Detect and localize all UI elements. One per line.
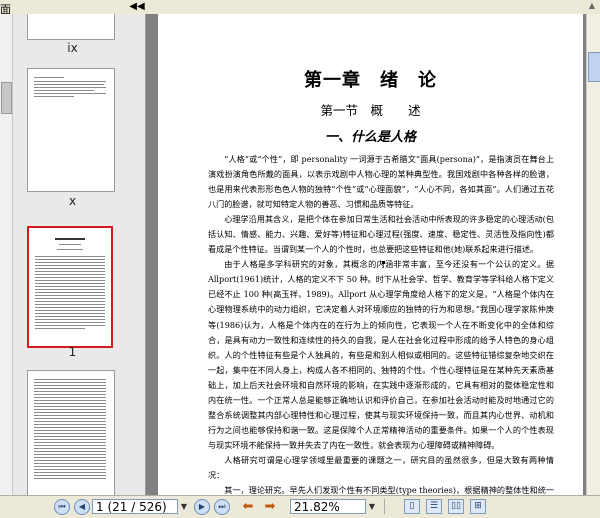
- toolbar-separator: [384, 499, 385, 514]
- text-cursor-marker: [382, 261, 385, 264]
- thumbnail-scrollbar-thumb[interactable]: [1, 82, 12, 114]
- navigation-toolbar: ⏮ ◀ 1 (21 / 526) ▼ ▶ ⏭ ⬅ ➡ 21.82% ▼ ▯ ☰ …: [0, 495, 600, 518]
- thumbnail-page-2[interactable]: [27, 370, 115, 495]
- page-dropdown-icon[interactable]: ▼: [178, 499, 190, 514]
- paragraph: “人格”或“个性”，即 personality 一词源于古希腊文“面具(pers…: [208, 154, 554, 210]
- last-page-button[interactable]: ⏭: [214, 499, 230, 515]
- paragraph: 由于人格是多学科研究的对象，其概念的内涵非常丰富，至今还没有一个公认的定义。据 …: [208, 259, 554, 450]
- chapter-title: 第一章 绪 论: [304, 70, 437, 91]
- body-text: “人格”或“个性”，即 personality 一词源于古希腊文“面具(pers…: [208, 152, 554, 495]
- thumbnail-page-1-selected[interactable]: [27, 226, 113, 348]
- first-page-button[interactable]: ⏮: [54, 499, 70, 515]
- continuous-facing-view-icon[interactable]: ⊞: [470, 499, 486, 514]
- thumbnail-page-x[interactable]: [27, 68, 115, 192]
- facing-pages-view-icon[interactable]: ▯▯: [448, 499, 464, 514]
- thumbnail-panel: ix x 1: [0, 14, 146, 495]
- subsection-title: 一、什么是人格: [324, 130, 416, 145]
- zoom-dropdown-icon[interactable]: ▼: [366, 499, 378, 514]
- thumbnail-page-prev[interactable]: [27, 14, 115, 40]
- document-page: 第一章 绪 论 第一节 概 述 一、什么是人格 “人格”或“个性”，即 pers…: [158, 14, 583, 495]
- forward-arrow-icon[interactable]: ➡: [262, 499, 278, 514]
- zoom-field[interactable]: 21.82%: [290, 499, 366, 514]
- next-page-button[interactable]: ▶: [194, 499, 210, 515]
- thumbnail-label-1: 1: [68, 345, 77, 359]
- continuous-view-icon[interactable]: ☰: [426, 499, 442, 514]
- previous-page-button[interactable]: ◀: [74, 499, 90, 515]
- thumbnail-label-ix: ix: [67, 41, 78, 55]
- paragraph: 其一，理论研究。早先人们发现个性有不同类型(type theories)，根据精…: [224, 485, 554, 495]
- section-title: 第一节 概 述: [320, 103, 421, 118]
- scroll-up-icon[interactable]: ▲: [586, 0, 598, 11]
- top-strip: 面 ◀◀ ▲: [0, 0, 600, 16]
- single-page-view-icon[interactable]: ▯: [404, 499, 420, 514]
- thumbnail-scrollbar[interactable]: [0, 14, 13, 495]
- document-scrollbar-thumb[interactable]: [588, 52, 600, 82]
- collapse-panel-button[interactable]: ◀◀: [128, 0, 146, 13]
- paragraph: 人格研究可谓是心理学领域里最重要的课题之一，研究目的虽然很多，但是大致有两种情况…: [208, 454, 554, 480]
- thumbnail-label-x: x: [68, 194, 77, 208]
- document-scrollbar[interactable]: [586, 14, 600, 495]
- page-number-field[interactable]: 1 (21 / 526): [92, 499, 178, 514]
- back-arrow-icon[interactable]: ⬅: [240, 499, 256, 514]
- document-view[interactable]: 第一章 绪 论 第一节 概 述 一、什么是人格 “人格”或“个性”，即 pers…: [146, 14, 586, 495]
- paragraph: 心理学沿用其含义，是把个体在参加日常生活和社会活动中所表现的许多稳定的心理活动(…: [208, 214, 554, 255]
